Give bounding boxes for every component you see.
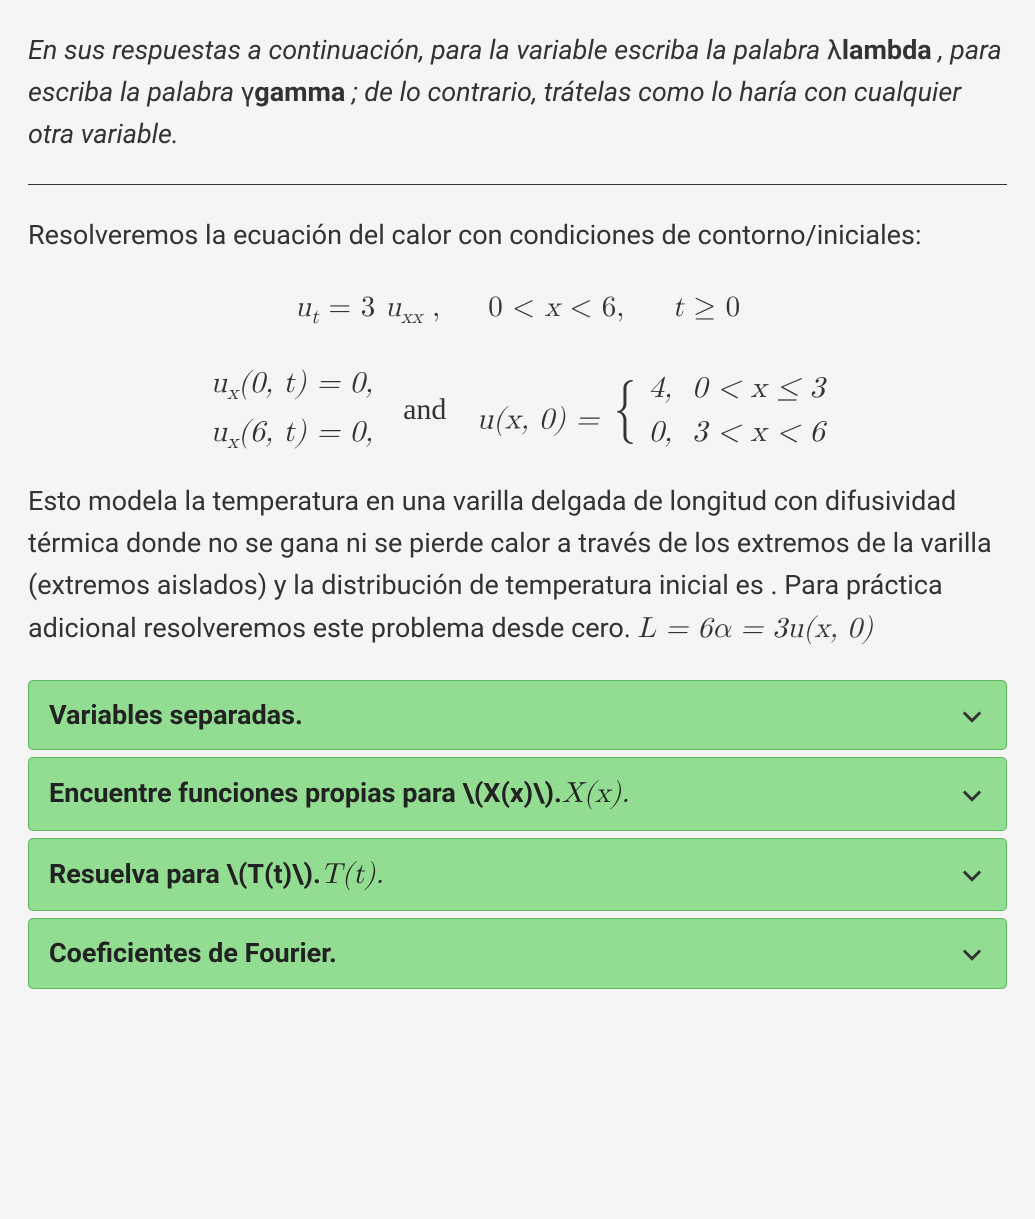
- boundary-conditions: ux(0, t) = 0, ux(6, t) = 0,: [210, 362, 373, 457]
- trailing-math: L = 6α = 3u(x, 0): [638, 614, 874, 643]
- gamma-word: gamma: [254, 76, 345, 108]
- accordion-raw: \(X(x)\).: [462, 777, 561, 809]
- instr-part1: En sus respuestas a continuación, para l…: [28, 34, 827, 66]
- chevron-down-icon: [958, 780, 986, 808]
- chevron-down-icon: [958, 701, 986, 729]
- accordion-coeficientes-fourier[interactable]: Coeficientes de Fourier.: [28, 918, 1007, 989]
- pde-equation: ut = 3 uxx , 0 < x < 6, t ≥ 0: [28, 285, 1007, 332]
- initial-condition: u(x, 0) = { 4,0 < x ≤ 3 0,3 < x < 6: [476, 367, 824, 453]
- accordion-funciones-propias[interactable]: Encuentre funciones propias para \(X(x)\…: [28, 757, 1007, 831]
- accordion-label: Coeficientes de Fourier.: [49, 937, 337, 969]
- accordion-resuelva-t[interactable]: Resuelva para \(T(t)\).T(t).: [28, 838, 1007, 912]
- gamma-symbol: γ: [241, 76, 255, 108]
- horizontal-rule: [28, 184, 1007, 185]
- chevron-down-icon: [958, 860, 986, 888]
- lambda-symbol: λ: [827, 34, 842, 66]
- lambda-word: lambda: [842, 34, 932, 66]
- bc-ic-equations: ux(0, t) = 0, ux(6, t) = 0, and u(x, 0) …: [28, 362, 1007, 457]
- and-connector: and: [403, 387, 446, 432]
- accordion-label: Variables separadas.: [49, 699, 303, 731]
- accordion-raw: \(T(t)\).: [226, 858, 320, 890]
- accordion-math: T(t).: [321, 860, 384, 889]
- accordion-label: Resuelva para: [49, 858, 226, 890]
- accordion-group: Variables separadas. Encuentre funciones…: [28, 680, 1007, 989]
- accordion-label: Encuentre funciones propias para: [49, 777, 462, 809]
- accordion-variables-separadas[interactable]: Variables separadas.: [28, 680, 1007, 751]
- intro-text: Resolveremos la ecuación del calor con c…: [28, 215, 1007, 256]
- instructions-text: En sus respuestas a continuación, para l…: [28, 30, 1007, 156]
- explanation-paragraph: Esto modela la temperatura en una varill…: [28, 481, 1007, 651]
- chevron-down-icon: [958, 939, 986, 967]
- accordion-math: X(x).: [562, 779, 630, 808]
